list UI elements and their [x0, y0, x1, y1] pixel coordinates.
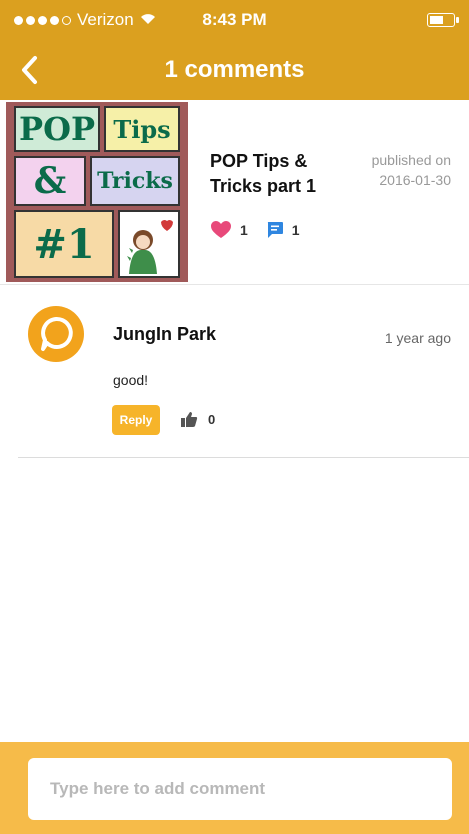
comment-author[interactable]: JungIn Park	[113, 324, 216, 345]
post-comments[interactable]: 1	[266, 221, 300, 239]
thumbnail-word: #1	[33, 220, 95, 268]
thumbnail-word: POP	[19, 110, 95, 148]
post-stats: 1 1	[210, 220, 318, 239]
likes-count: 1	[240, 221, 248, 238]
comment-bubble-icon	[267, 221, 283, 238]
heart-icon	[211, 221, 231, 238]
comment-text: good!	[113, 372, 149, 388]
thumbnail-word: &	[33, 160, 67, 202]
speech-bubble-icon	[41, 316, 73, 351]
published-info: published on 2016-01-30	[341, 150, 451, 190]
page-title: 1 comments	[164, 56, 305, 83]
battery-icon	[427, 13, 459, 27]
post-title[interactable]: POP Tips & Tricks part 1	[210, 149, 350, 199]
mascot-illustration	[118, 210, 180, 278]
thumbnail-word: Tricks	[97, 168, 173, 194]
comment-time: 1 year ago	[384, 330, 451, 346]
reply-button[interactable]: Reply	[112, 405, 160, 435]
status-bar: Verizon 8:43 PM	[0, 0, 469, 40]
comments-count: 1	[291, 221, 300, 238]
thumbs-up-icon	[181, 412, 198, 427]
published-label: published on	[371, 152, 451, 168]
post-likes[interactable]: 1	[210, 220, 248, 239]
published-date: 2016-01-30	[379, 172, 451, 188]
thumbnail-word: Tips	[113, 114, 171, 144]
comment-input[interactable]	[28, 758, 452, 820]
comment-like[interactable]: 0	[180, 411, 215, 428]
status-time: 8:43 PM	[202, 10, 267, 29]
avatar[interactable]	[28, 306, 84, 362]
divider	[18, 457, 469, 458]
comment-like-count: 0	[208, 412, 216, 427]
post-thumbnail[interactable]: POP Tips & Tricks #1	[6, 102, 188, 282]
divider	[0, 284, 469, 285]
